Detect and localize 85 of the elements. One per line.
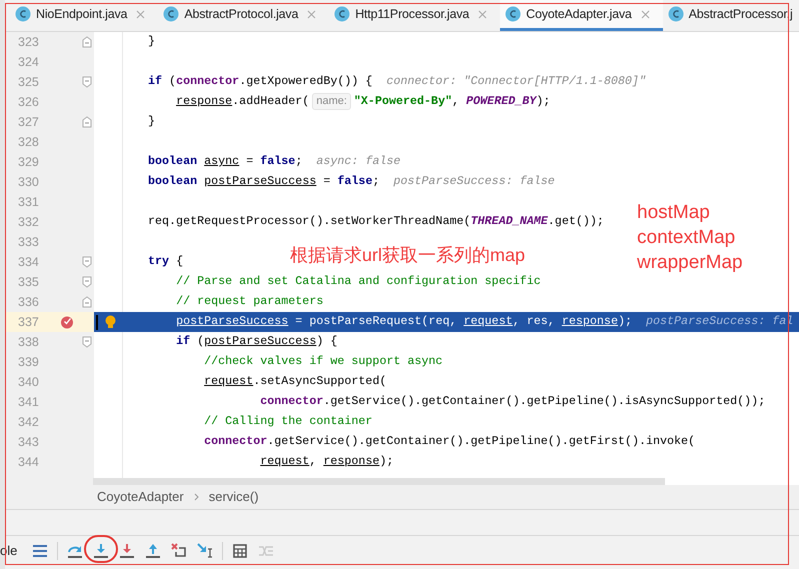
drop-frame-icon <box>171 543 187 558</box>
line-number: 329 <box>18 154 39 171</box>
close-icon[interactable] <box>136 10 146 18</box>
fold-icon[interactable] <box>82 336 92 348</box>
line-number: 331 <box>18 194 39 211</box>
editor-tab[interactable]: CoyoteAdapter.java <box>500 0 663 31</box>
lightbulb-icon[interactable] <box>105 314 116 330</box>
close-icon[interactable] <box>307 10 316 18</box>
annotation-text: wrapperMap <box>637 251 743 275</box>
calculator-icon <box>233 544 247 558</box>
line-number: 336 <box>18 294 39 311</box>
breadcrumb[interactable]: CoyoteAdapter <box>97 487 184 507</box>
breadcrumb[interactable]: service() <box>208 487 259 507</box>
class-icon <box>15 6 31 22</box>
line-number: 330 <box>18 174 39 191</box>
line-number: 326 <box>18 94 39 111</box>
step-out-icon <box>145 543 161 558</box>
close-icon[interactable] <box>640 10 650 18</box>
line-number: 342 <box>18 414 39 431</box>
line-number: 325 <box>18 74 39 91</box>
editor-tab[interactable]: AbstractProtocol.java <box>158 0 330 31</box>
class-icon <box>334 6 350 22</box>
code-text: request, response); <box>259 453 394 470</box>
trace-icon <box>259 544 273 556</box>
step-into-icon <box>93 543 109 558</box>
inline-value-hint: connector: "Connector[HTTP/1.1-8080]" <box>386 73 646 90</box>
line-number: 324 <box>18 54 39 71</box>
inline-value-hint: async: false <box>316 153 401 170</box>
list-icon <box>33 544 47 556</box>
line-number: 323 <box>18 34 39 51</box>
code-text: postParseSuccess = postParseRequest(req, request, res, response); <box>175 313 632 330</box>
editor-tab[interactable]: Http11Processor.java <box>329 0 500 31</box>
code-text: connector.getService().getContainer().getPipeline().isAsyncSupported()); <box>259 393 766 410</box>
code-text: "X-Powered-By", POWERED_BY); <box>354 93 550 110</box>
line-number: 339 <box>18 354 39 371</box>
annotation-text: hostMap <box>637 201 711 225</box>
code-text: boolean postParseSuccess = false; <box>148 173 380 190</box>
fold-icon[interactable] <box>82 256 92 268</box>
code-text: } <box>148 113 156 130</box>
editor-tab[interactable]: NioEndpoint.java <box>10 0 158 31</box>
line-number: 340 <box>18 374 39 391</box>
code-text: boolean async = false; <box>148 153 302 170</box>
line-number: 343 <box>18 434 39 451</box>
line-number: 333 <box>18 234 39 251</box>
class-icon <box>505 6 522 22</box>
line-number: 338 <box>18 334 39 351</box>
horizontal-scrollbar[interactable] <box>93 478 665 485</box>
code-text: if (connector.getXpoweredBy()) { <box>148 73 372 90</box>
fold-icon[interactable] <box>82 116 92 128</box>
code-text: // Calling the container <box>203 413 372 430</box>
code-text: request.setAsyncSupported( <box>203 373 386 390</box>
line-number: 334 <box>18 254 39 271</box>
class-icon <box>163 6 180 22</box>
parameter-hint: name: <box>312 93 351 110</box>
fold-icon[interactable] <box>82 76 92 88</box>
code-text: connector.getService().getContainer().getPipeline().getFirst().invoke( <box>203 433 696 450</box>
step-over-icon <box>67 544 83 558</box>
code-text: // request parameters <box>175 293 324 310</box>
fold-icon[interactable] <box>82 36 92 48</box>
line-number: 341 <box>18 394 39 411</box>
force-step-into-icon <box>119 543 135 558</box>
line-number: 344 <box>18 454 39 471</box>
line-number: 328 <box>18 134 39 151</box>
annotation-text: 根据请求url获取一系列的map <box>290 244 526 267</box>
line-number: 327 <box>18 114 39 131</box>
close-icon[interactable] <box>478 10 488 18</box>
code-text: //check valves if we support async <box>203 353 443 370</box>
inline-value-hint: postParseSuccess: false <box>393 173 555 190</box>
code-text: try { <box>148 253 184 270</box>
fold-icon[interactable] <box>82 296 92 308</box>
code-text: req.getRequestProcessor().setWorkerThreadName(THREAD_NAME.get()); <box>148 213 604 230</box>
caret <box>96 314 98 330</box>
line-number: 335 <box>18 274 39 291</box>
code-text: // Parse and set Catalina and configuration specific <box>175 273 541 290</box>
code-text: } <box>148 33 156 50</box>
line-number: 332 <box>18 214 39 231</box>
code-text: response.addHeader( <box>175 93 310 110</box>
line-number: 337 <box>18 314 39 331</box>
run-to-cursor-icon <box>197 543 213 558</box>
breakpoint-icon[interactable] <box>60 315 74 329</box>
annotation-text: contextMap <box>637 226 736 250</box>
chevron-icon <box>194 493 199 501</box>
fold-icon[interactable] <box>82 276 92 288</box>
class-icon <box>668 6 684 22</box>
code-text: if (postParseSuccess) { <box>175 333 338 350</box>
